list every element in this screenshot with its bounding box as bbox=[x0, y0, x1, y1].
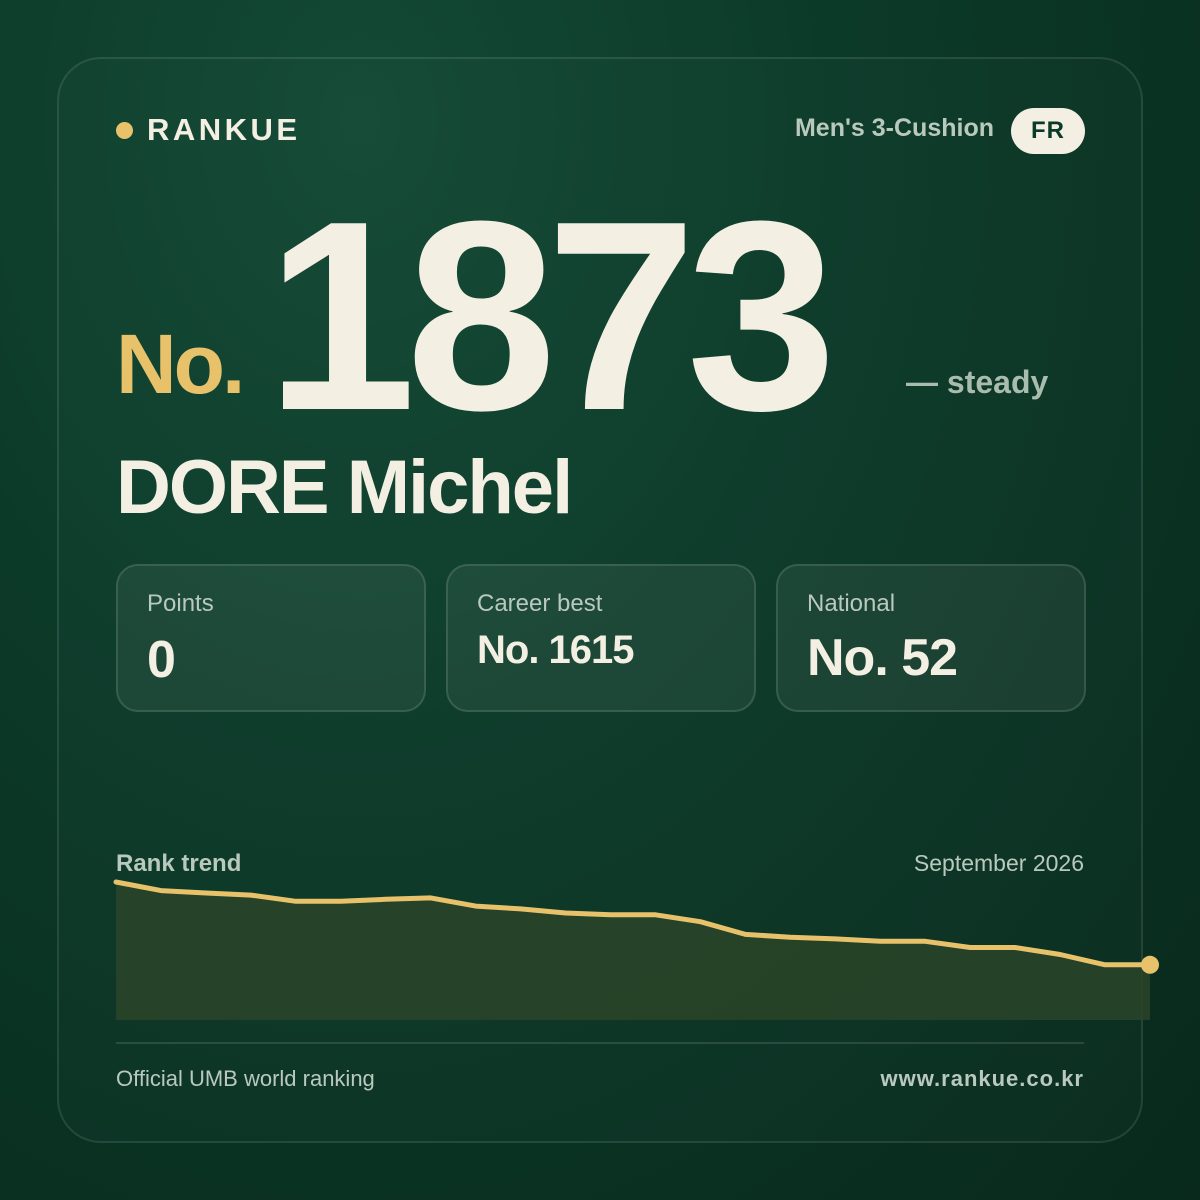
rank-trend-chart bbox=[113, 879, 1159, 1020]
trend-end-marker bbox=[1141, 955, 1159, 974]
footer-divider bbox=[116, 1042, 1084, 1044]
trend-area bbox=[116, 882, 1150, 1020]
footer-source: Official UMB world ranking bbox=[116, 1066, 375, 1091]
footer-url: www.rankue.co.kr bbox=[880, 1066, 1084, 1091]
